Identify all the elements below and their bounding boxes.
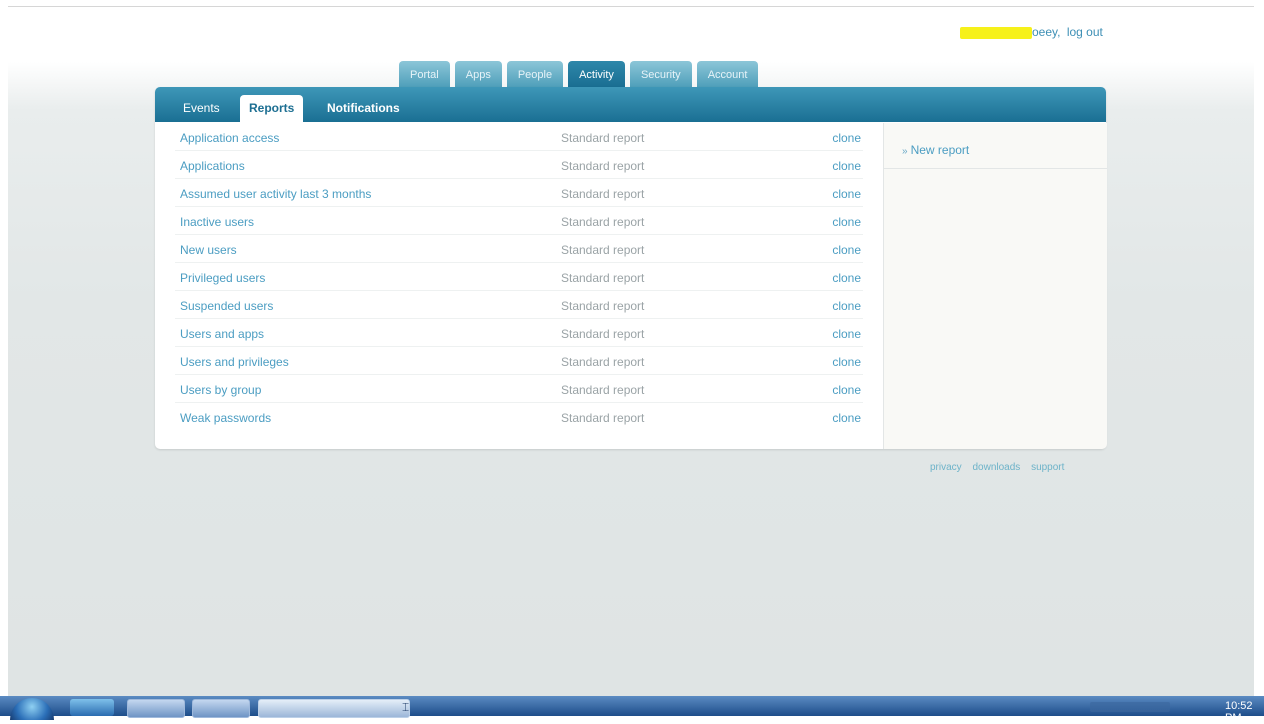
- table-row: Users by group Standard report clone: [175, 375, 863, 403]
- report-type: Standard report: [561, 383, 645, 397]
- report-type: Standard report: [561, 159, 645, 173]
- report-name-link[interactable]: Application access: [180, 131, 279, 145]
- tab-security[interactable]: Security: [629, 61, 692, 87]
- report-type: Standard report: [561, 215, 645, 229]
- window-frame-right: [1254, 0, 1264, 696]
- table-row: Weak passwords Standard report clone: [175, 403, 863, 430]
- cursor-icon: ⌶: [402, 700, 410, 714]
- clone-link[interactable]: clone: [832, 271, 861, 285]
- clone-link[interactable]: clone: [832, 187, 861, 201]
- internet-explorer-icon[interactable]: [70, 699, 114, 716]
- main-nav-tabs: Portal Apps People Activity Security Acc…: [399, 61, 759, 87]
- support-link[interactable]: support: [1031, 462, 1064, 473]
- report-type: Standard report: [561, 271, 645, 285]
- subtab-reports[interactable]: Reports: [240, 95, 304, 122]
- logout-link[interactable]: log out: [1067, 25, 1103, 39]
- activity-subnav: Events Reports Notifications: [155, 87, 1106, 122]
- report-type: Standard report: [561, 327, 645, 341]
- file-explorer-icon[interactable]: [127, 699, 185, 718]
- report-name-link[interactable]: Applications: [180, 159, 245, 173]
- table-row: Users and privileges Standard report clo…: [175, 347, 863, 375]
- table-row: Suspended users Standard report clone: [175, 291, 863, 319]
- browser-icon[interactable]: [192, 699, 250, 718]
- clone-link[interactable]: clone: [832, 159, 861, 173]
- clone-link[interactable]: clone: [832, 327, 861, 341]
- window-frame-left: [0, 0, 8, 696]
- report-name-link[interactable]: Assumed user activity last 3 months: [180, 187, 371, 201]
- new-report-label: New report: [910, 143, 970, 157]
- reports-sidebar: » New report: [883, 123, 1107, 449]
- clone-link[interactable]: clone: [832, 243, 861, 257]
- tab-apps[interactable]: Apps: [454, 61, 502, 87]
- downloads-link[interactable]: downloads: [972, 462, 1020, 473]
- clone-link[interactable]: clone: [832, 299, 861, 313]
- taskbar: [0, 696, 1264, 720]
- system-tray: [1090, 702, 1170, 712]
- report-name-link[interactable]: Weak passwords: [180, 411, 271, 425]
- user-bar: oeey, log out: [960, 25, 1103, 39]
- report-type: Standard report: [561, 131, 645, 145]
- table-row: Assumed user activity last 3 months Stan…: [175, 179, 863, 207]
- sidebar-header: » New report: [884, 123, 1107, 169]
- clone-link[interactable]: clone: [832, 215, 861, 229]
- report-type: Standard report: [561, 355, 645, 369]
- reports-table: Application access Standard report clone…: [155, 123, 883, 430]
- tab-people[interactable]: People: [506, 61, 564, 87]
- report-type: Standard report: [561, 243, 645, 257]
- footer-links: privacy downloads support: [930, 462, 1072, 473]
- clone-link[interactable]: clone: [832, 411, 861, 425]
- report-name-link[interactable]: Privileged users: [180, 271, 265, 285]
- reports-panel: Events Reports Notifications Application…: [155, 87, 1107, 449]
- report-type: Standard report: [561, 299, 645, 313]
- report-name-link[interactable]: Users by group: [180, 383, 261, 397]
- start-button-icon[interactable]: [10, 698, 54, 720]
- table-row: Application access Standard report clone: [175, 123, 863, 151]
- clone-link[interactable]: clone: [832, 131, 861, 145]
- open-window-button[interactable]: [258, 699, 410, 718]
- table-row: Inactive users Standard report clone: [175, 207, 863, 235]
- browser-top-edge: [0, 0, 1264, 7]
- table-row: New users Standard report clone: [175, 235, 863, 263]
- tab-account[interactable]: Account: [696, 61, 759, 87]
- report-name-link[interactable]: Users and apps: [180, 327, 264, 341]
- redacted-username: [960, 26, 1032, 39]
- report-name-link[interactable]: Users and privileges: [180, 355, 289, 369]
- username-suffix: oeey,: [1032, 25, 1061, 39]
- report-name-link[interactable]: New users: [180, 243, 237, 257]
- clone-link[interactable]: clone: [832, 383, 861, 397]
- subtab-events[interactable]: Events: [183, 101, 220, 115]
- report-type: Standard report: [561, 411, 645, 425]
- bullet-icon: »: [902, 146, 908, 157]
- table-row: Privileged users Standard report clone: [175, 263, 863, 291]
- report-name-link[interactable]: Suspended users: [180, 299, 273, 313]
- report-type: Standard report: [561, 187, 645, 201]
- clone-link[interactable]: clone: [832, 355, 861, 369]
- table-row: Users and apps Standard report clone: [175, 319, 863, 347]
- new-report-link[interactable]: » New report: [902, 143, 969, 157]
- tab-portal[interactable]: Portal: [399, 61, 450, 87]
- privacy-link[interactable]: privacy: [930, 462, 962, 473]
- report-name-link[interactable]: Inactive users: [180, 215, 254, 229]
- taskbar-clock: 10:52 PM: [1225, 700, 1253, 724]
- tab-activity[interactable]: Activity: [568, 61, 625, 87]
- subtab-notifications[interactable]: Notifications: [327, 101, 400, 115]
- table-row: Applications Standard report clone: [175, 151, 863, 179]
